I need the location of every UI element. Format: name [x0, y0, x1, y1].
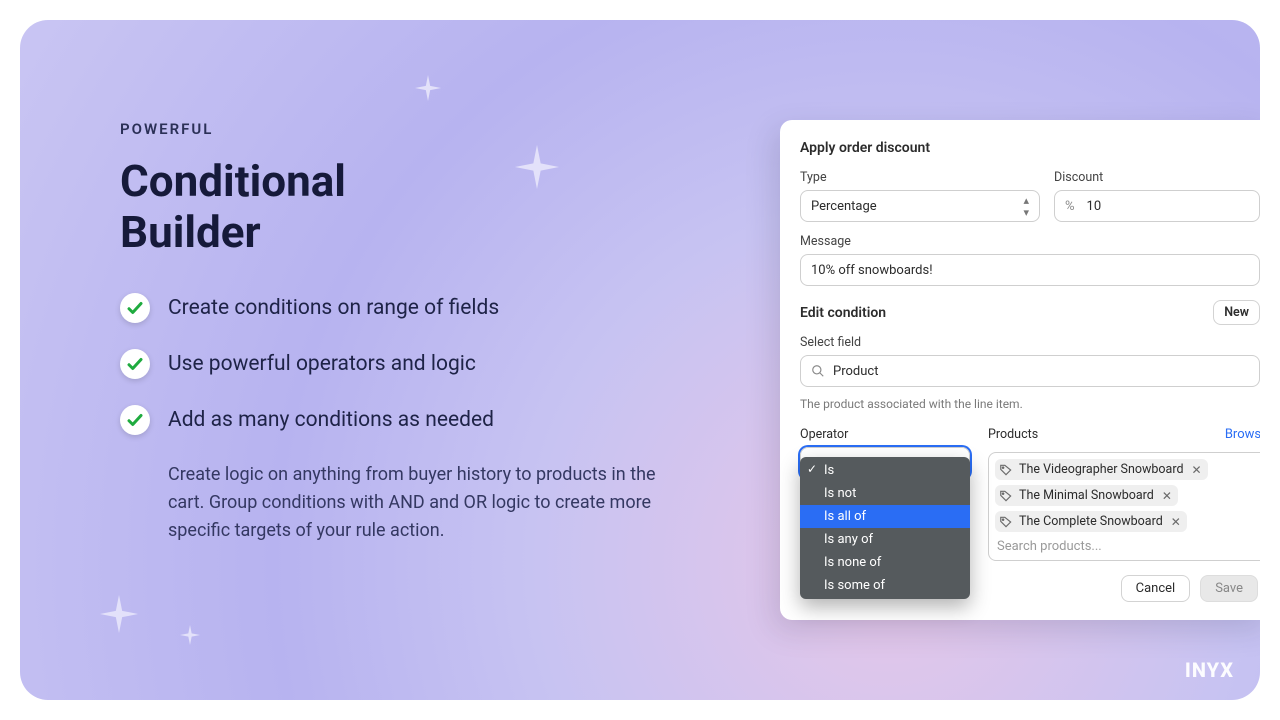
message-input[interactable]: 10% off snowboards! — [800, 254, 1260, 286]
discount-field: Discount % 10 — [1054, 170, 1260, 222]
message-field: Message 10% off snowboards! — [800, 234, 1260, 286]
edit-condition-header: Edit condition New — [800, 300, 1260, 325]
remove-icon[interactable]: ✕ — [1171, 515, 1181, 529]
remove-icon[interactable]: ✕ — [1192, 463, 1202, 477]
bullet-list: Create conditions on range of fields Use… — [120, 293, 680, 435]
select-field: Select field Product The product associa… — [800, 335, 1260, 411]
hero-canvas: POWERFUL Conditional Builder Create cond… — [20, 20, 1260, 700]
percent-icon: % — [1065, 199, 1075, 214]
field-label: Select field — [800, 335, 1260, 350]
discount-input[interactable]: % 10 — [1054, 190, 1260, 222]
sparkle-icon — [100, 595, 138, 633]
dropdown-option[interactable]: Is some of — [800, 574, 970, 597]
brand-logo: INYX — [1185, 658, 1234, 682]
chevron-up-down-icon: ▴▾ — [1023, 195, 1029, 218]
field-label: Discount — [1054, 170, 1260, 185]
products-input[interactable]: The Videographer Snowboard ✕ The Minimal… — [988, 452, 1260, 561]
browse-link[interactable]: Browse — [1225, 427, 1260, 447]
sparkle-icon — [180, 625, 200, 645]
tag-icon — [999, 515, 1013, 529]
list-item: Create conditions on range of fields — [120, 293, 680, 323]
new-condition-button[interactable]: New — [1213, 300, 1260, 325]
products-field: Products Browse The Videographer Snowboa… — [988, 427, 1260, 561]
discount-panel: Apply order discount Type Percentage ▴▾ … — [780, 120, 1260, 620]
dropdown-option[interactable]: Is all of — [800, 505, 970, 528]
field-label: Type — [800, 170, 1040, 185]
product-chip[interactable]: The Videographer Snowboard ✕ — [995, 459, 1208, 480]
tag-icon — [999, 489, 1013, 503]
operator-field: Operator Is Is not Is all of Is any of I… — [800, 427, 970, 479]
dropdown-option[interactable]: Is none of — [800, 551, 970, 574]
list-item: Add as many conditions as needed — [120, 405, 680, 435]
panel-title: Apply order discount — [800, 140, 1260, 156]
dropdown-option[interactable]: Is not — [800, 482, 970, 505]
tag-icon — [999, 463, 1013, 477]
product-chip[interactable]: The Minimal Snowboard ✕ — [995, 485, 1178, 506]
list-item: Use powerful operators and logic — [120, 349, 680, 379]
field-label: Message — [800, 234, 1260, 249]
product-search-input[interactable]: Search products... — [995, 537, 1260, 554]
sparkle-icon — [415, 75, 441, 101]
type-select[interactable]: Percentage ▴▾ — [800, 190, 1040, 222]
field-label: Products — [988, 427, 1038, 442]
product-chip[interactable]: The Complete Snowboard ✕ — [995, 511, 1187, 532]
operator-dropdown: Is Is not Is all of Is any of Is none of… — [800, 457, 970, 599]
check-icon — [120, 293, 150, 323]
cancel-button[interactable]: Cancel — [1121, 575, 1191, 602]
page-title: Conditional Builder — [120, 156, 680, 257]
type-field: Type Percentage ▴▾ — [800, 170, 1040, 222]
field-hint: The product associated with the line ite… — [800, 397, 1260, 411]
search-icon — [811, 364, 825, 378]
check-icon — [120, 349, 150, 379]
eyebrow: POWERFUL — [120, 120, 680, 138]
field-label: Operator — [800, 427, 970, 442]
dropdown-option[interactable]: Is any of — [800, 528, 970, 551]
dropdown-option[interactable]: Is — [800, 459, 970, 482]
marketing-copy: POWERFUL Conditional Builder Create cond… — [120, 120, 680, 545]
remove-icon[interactable]: ✕ — [1162, 489, 1172, 503]
description: Create logic on anything from buyer hist… — [168, 461, 678, 545]
check-icon — [120, 405, 150, 435]
save-button[interactable]: Save — [1200, 575, 1258, 602]
select-field-input[interactable]: Product — [800, 355, 1260, 387]
